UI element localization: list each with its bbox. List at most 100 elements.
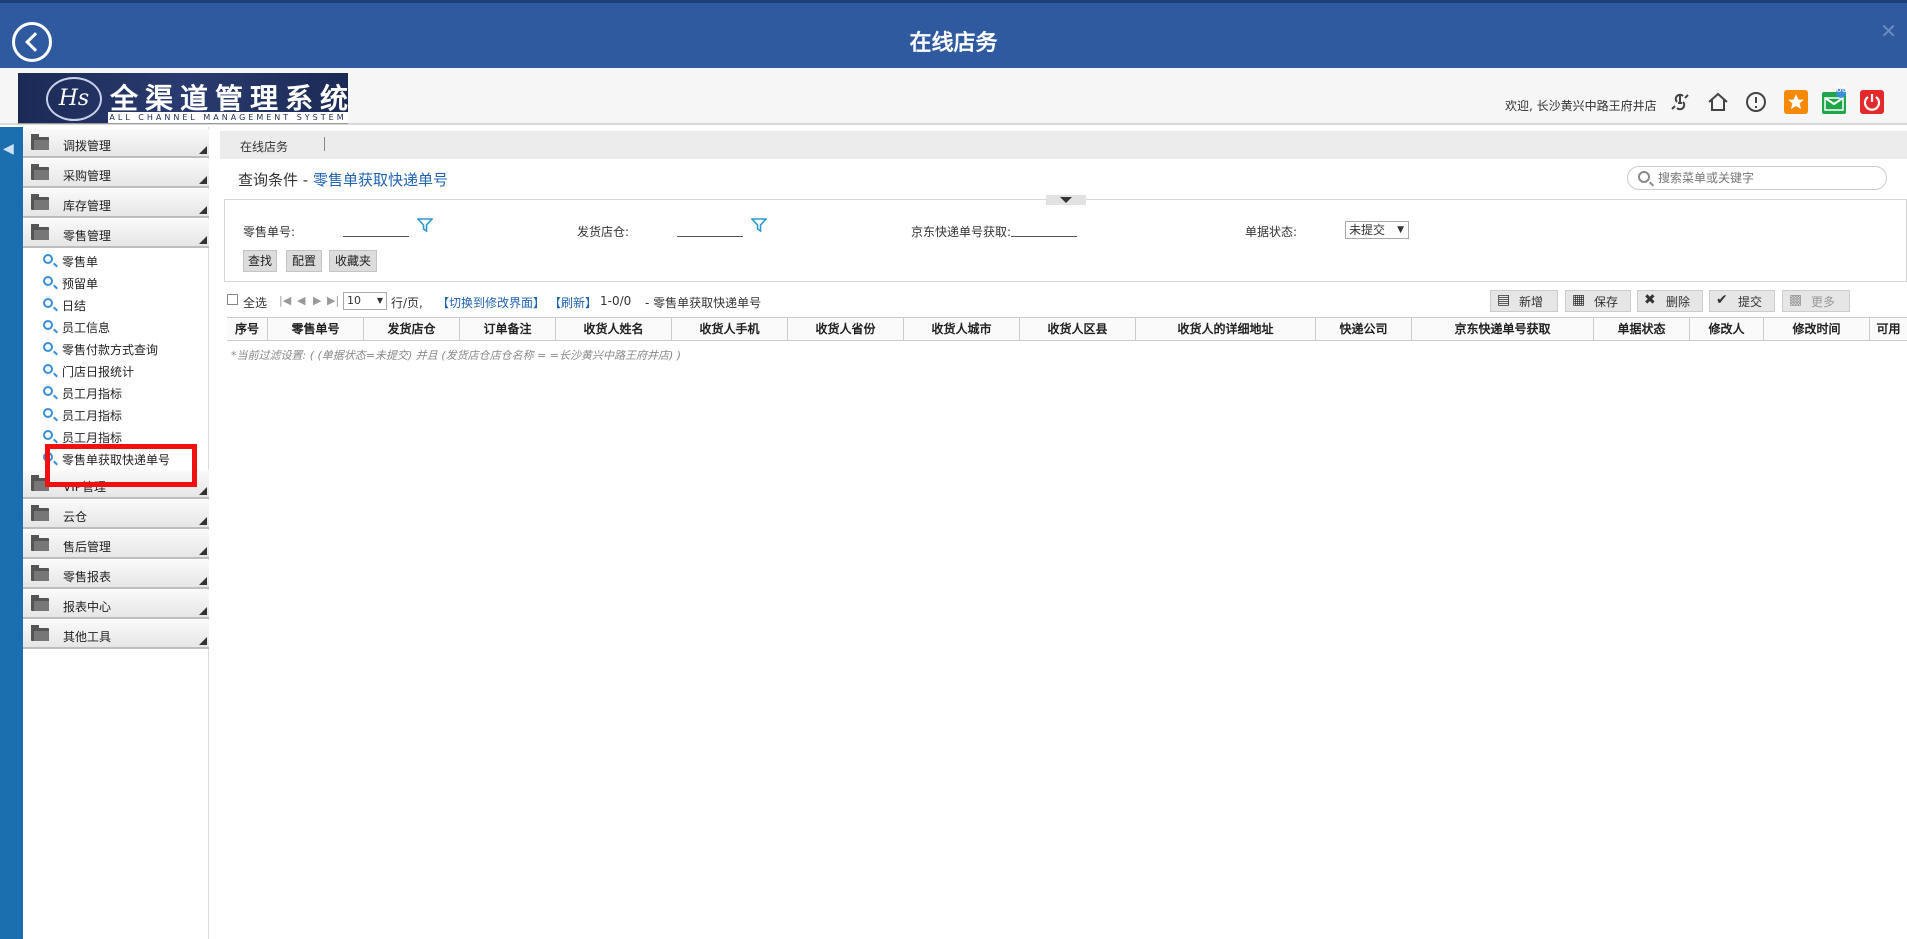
tab-online-store[interactable]: 在线店务 xyxy=(240,138,288,155)
filter-icon[interactable] xyxy=(417,218,433,232)
folder-icon xyxy=(31,194,49,210)
field-label-status: 单据状态: xyxy=(1245,225,1298,239)
power-icon[interactable] xyxy=(1859,89,1885,115)
page-title: 查询条件 - 零售单获取快递单号 xyxy=(238,169,448,190)
save-button-label: 保存 xyxy=(1594,295,1619,309)
column-header[interactable]: 收货人区县 xyxy=(1020,318,1136,341)
column-header[interactable]: 收货人姓名 xyxy=(556,318,672,341)
field-label-jd-express: 京东快递单号获取: xyxy=(911,225,1012,239)
search-icon xyxy=(43,408,53,418)
sidebar-group[interactable]: 零售报表 xyxy=(23,560,209,589)
search-icon xyxy=(43,386,53,396)
menu-search-box[interactable] xyxy=(1627,166,1887,190)
sidebar-group-retail[interactable]: 零售管理 xyxy=(23,219,209,248)
switch-edit-link[interactable]: 【切换到修改界面】 xyxy=(437,294,545,311)
home-icon[interactable] xyxy=(1705,89,1731,115)
sidebar-group-label: 其他工具 xyxy=(63,630,112,644)
field-label-retail-no: 零售单号: xyxy=(243,225,296,239)
column-header[interactable]: 收货人手机 xyxy=(672,318,788,341)
sidebar-group[interactable]: 库存管理 xyxy=(23,189,209,218)
column-header[interactable]: 零售单号 xyxy=(268,318,364,341)
close-icon[interactable]: ✕ xyxy=(1880,19,1897,43)
collapse-query-toggle[interactable] xyxy=(1046,195,1086,205)
column-header[interactable]: 修改时间 xyxy=(1764,318,1870,341)
column-header[interactable]: 收货人省份 xyxy=(788,318,904,341)
last-page-icon[interactable]: ▶| xyxy=(327,294,339,307)
logo-mark: Hs xyxy=(46,77,102,121)
app-logo: Hs 全渠道管理系统 ALL CHANNEL MANAGEMENT SYSTEM xyxy=(18,73,348,124)
prev-page-icon[interactable]: ◀ xyxy=(297,294,305,307)
column-header[interactable]: 京东快递单号获取 xyxy=(1412,318,1594,341)
submit-button-label: 提交 xyxy=(1738,295,1763,309)
first-page-icon[interactable]: |◀ xyxy=(279,294,291,307)
filter-icon[interactable] xyxy=(751,218,767,232)
sidebar-item-label: 员工信息 xyxy=(62,321,111,335)
column-header[interactable]: 修改人 xyxy=(1690,318,1764,341)
sidebar-group-label: 零售管理 xyxy=(63,229,112,243)
submit-button[interactable]: ✔ 提交 xyxy=(1709,290,1775,312)
page-title-prefix: 查询条件 - xyxy=(238,171,313,189)
search-icon xyxy=(43,276,53,286)
delete-button[interactable]: ✖ 删除 xyxy=(1637,290,1703,312)
sidebar-group-label: 售后管理 xyxy=(63,540,112,554)
check-icon: ✔ xyxy=(1716,292,1728,308)
folder-icon xyxy=(31,505,49,521)
highlight-box xyxy=(45,444,197,487)
save-button[interactable]: ▦ 保存 xyxy=(1565,290,1631,312)
sidebar-group[interactable]: 云仓 xyxy=(23,500,209,529)
folder-icon xyxy=(31,224,49,240)
add-button[interactable]: ▤ 新增 xyxy=(1490,290,1558,312)
column-header[interactable]: 收货人城市 xyxy=(904,318,1020,341)
jd-express-input[interactable] xyxy=(1011,236,1077,237)
sidebar-group[interactable]: 其他工具 xyxy=(23,620,209,649)
grid-toolbar: 全选 |◀ ◀ ▶ ▶| 10 行/页, 【切换到修改界面】 【刷新】 1-0/… xyxy=(227,289,1907,313)
expand-corner-icon xyxy=(199,517,207,525)
refresh-link[interactable]: 【刷新】 xyxy=(549,294,597,311)
column-header[interactable]: 订单备注 xyxy=(460,318,556,341)
breadcrumb-divider xyxy=(324,137,325,151)
main-content: 在线店务 查询条件 - 零售单获取快递单号 零售单号: 发货店仓: 京东快递单号… xyxy=(210,127,1907,939)
column-header[interactable]: 快递公司 xyxy=(1316,318,1412,341)
search-icon xyxy=(43,320,53,330)
favorites-button[interactable]: 收藏夹 xyxy=(329,250,377,272)
sidebar-group[interactable]: 报表中心 xyxy=(23,590,209,619)
grid-header: 序号 零售单号 发货店仓 订单备注 收货人姓名 收货人手机 收货人省份 收货人城… xyxy=(227,317,1907,341)
column-header[interactable]: 序号 xyxy=(227,318,268,341)
sidebar-group-label: 库存管理 xyxy=(63,199,112,213)
favorites-star-icon[interactable] xyxy=(1783,89,1809,115)
expand-corner-icon xyxy=(199,637,207,645)
search-icon xyxy=(43,430,53,440)
expand-corner-icon xyxy=(199,487,207,495)
sidebar-group[interactable]: 售后管理 xyxy=(23,530,209,559)
info-icon[interactable] xyxy=(1743,89,1769,115)
next-page-icon[interactable]: ▶ xyxy=(313,294,321,307)
find-button[interactable]: 查找 xyxy=(243,250,277,272)
menu-search-input[interactable] xyxy=(1658,170,1878,186)
collapse-arrow-icon[interactable]: ◀ xyxy=(3,141,14,157)
column-header[interactable]: 发货店仓 xyxy=(364,318,460,341)
sidebar-group[interactable]: 调拨管理 xyxy=(23,129,209,158)
breadcrumb: 在线店务 xyxy=(220,131,1907,159)
retail-no-input[interactable] xyxy=(343,236,409,237)
status-select[interactable]: 未提交 xyxy=(1345,221,1409,239)
expand-corner-icon xyxy=(199,146,207,154)
column-header[interactable]: 可用 xyxy=(1870,318,1907,341)
select-all-checkbox[interactable] xyxy=(227,294,238,305)
more-button[interactable]: ▩ 更多 xyxy=(1782,290,1850,312)
sidebar-item-label: 零售单 xyxy=(62,255,99,269)
sidebar-collapse-strip[interactable]: ◀ xyxy=(0,127,23,939)
page-size-select[interactable]: 10 xyxy=(343,292,387,310)
more-grid-icon: ▩ xyxy=(1789,292,1803,308)
sidebar-group-label: 采购管理 xyxy=(63,169,112,183)
link-icon[interactable] xyxy=(1667,89,1693,115)
folder-icon xyxy=(31,625,49,641)
column-header[interactable]: 单据状态 xyxy=(1594,318,1690,341)
per-page-label: 行/页, xyxy=(391,296,423,310)
sidebar-group-label: 报表中心 xyxy=(63,600,112,614)
column-header[interactable]: 收货人的详细地址 xyxy=(1136,318,1316,341)
sidebar-group[interactable]: 采购管理 xyxy=(23,159,209,188)
search-icon xyxy=(43,298,53,308)
window-title: 在线店务 xyxy=(909,31,998,56)
config-button[interactable]: 配置 xyxy=(286,250,322,272)
warehouse-input[interactable] xyxy=(677,236,743,237)
